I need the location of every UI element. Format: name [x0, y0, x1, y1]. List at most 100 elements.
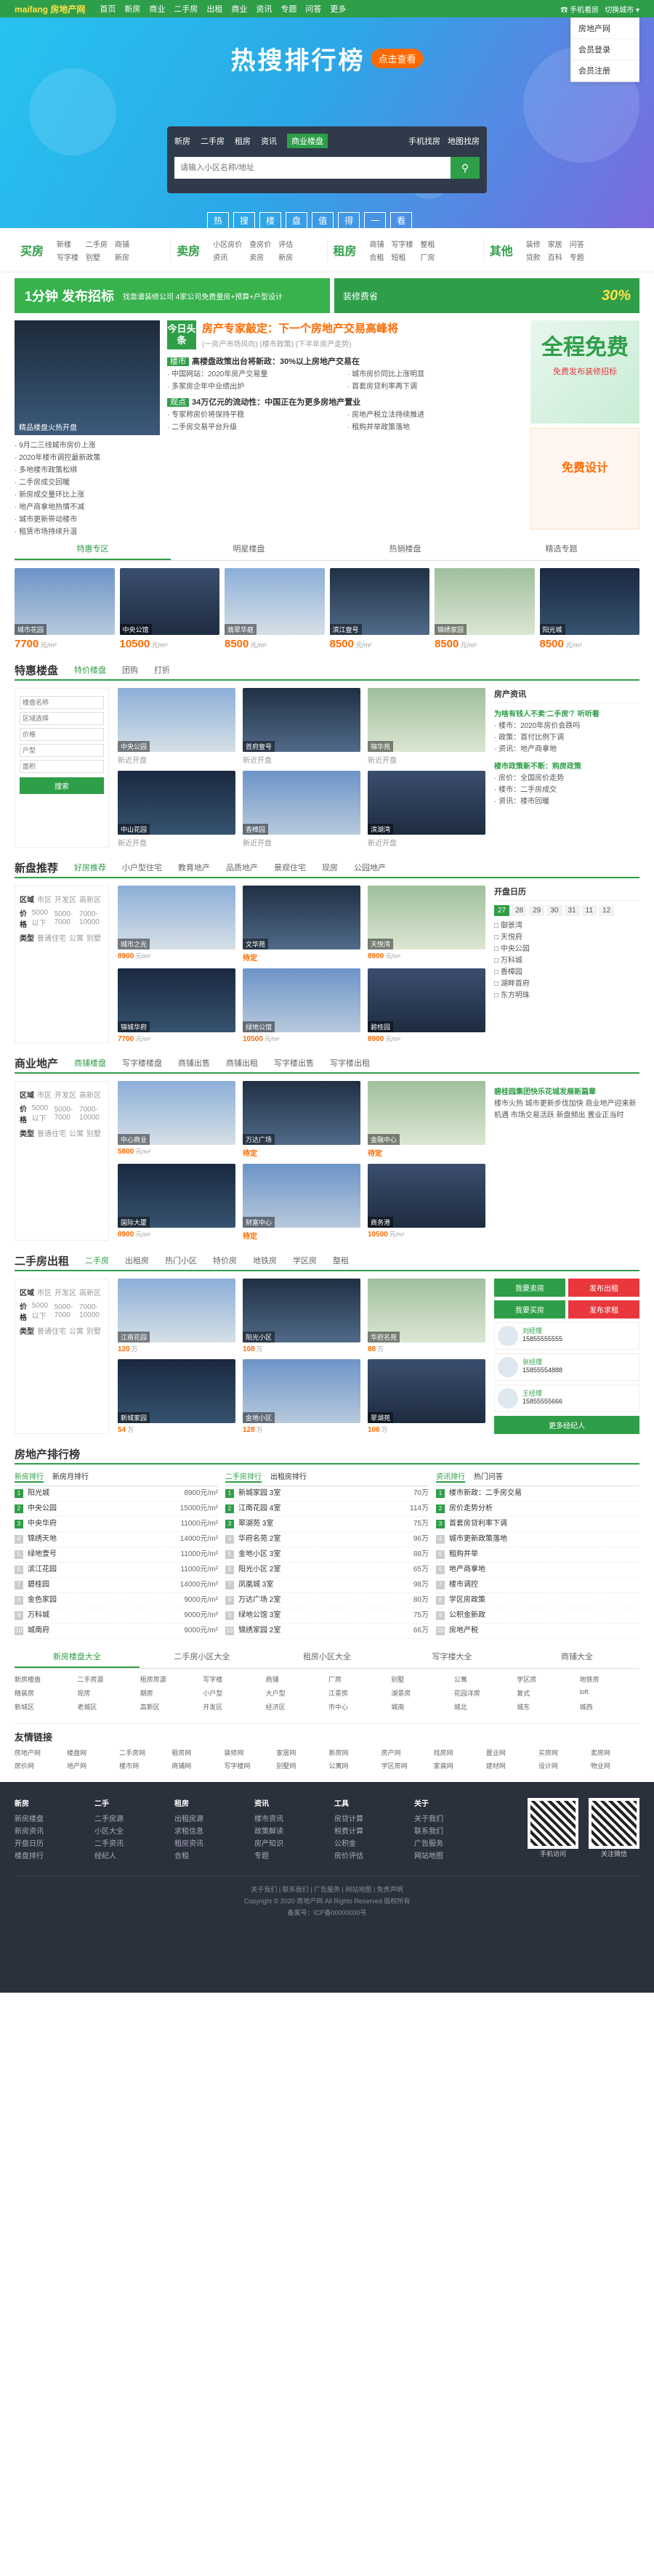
dropdown-item[interactable]: 会员登录	[571, 39, 639, 60]
hot-tab[interactable]: 明星楼盘	[171, 538, 327, 560]
filter-option[interactable]: 5000以下	[32, 1104, 52, 1123]
calendar-day[interactable]: 30	[546, 905, 562, 916]
mobile-link[interactable]: ☎ 手机看房	[560, 4, 599, 15]
listing-image[interactable]: 商务港	[368, 1164, 485, 1228]
search-button[interactable]: ⚲	[451, 157, 480, 179]
listing-card[interactable]: 翠湖苑 106 万	[368, 1359, 485, 1434]
filter-option[interactable]: 5000-7000	[54, 1303, 76, 1319]
listing-card[interactable]: 首府壹号 新近开盘	[243, 688, 360, 765]
listing-image[interactable]: 碧桂园	[368, 968, 485, 1032]
sidebar-link[interactable]: · 楼市：二手房成交	[494, 785, 639, 796]
calendar-item[interactable]: □ 湖畔首府	[494, 979, 639, 990]
rank-item[interactable]: 6 地产商拿地	[436, 1563, 639, 1578]
rank-item[interactable]: 2 江南花园 4室 114万	[225, 1502, 429, 1517]
friend-link[interactable]: 家居网	[276, 1748, 325, 1757]
friend-link[interactable]: 房产网	[382, 1748, 430, 1757]
quick-group-title[interactable]: 卖房	[177, 241, 206, 259]
rank-tab[interactable]: 新房月排行	[52, 1470, 89, 1483]
property-card[interactable]: 锦绣家园 8500 元/m²	[435, 568, 535, 650]
rank-item[interactable]: 10 城南府 9000元/m²	[15, 1624, 218, 1639]
friend-link[interactable]: 卖房网	[591, 1748, 639, 1757]
tag-link[interactable]: 精装房	[15, 1688, 74, 1698]
headline-link[interactable]: · 地产商拿地热情不减	[15, 501, 160, 514]
filter-option[interactable]: 7000-10000	[79, 1106, 104, 1122]
listing-card[interactable]: 江南花园 120 万	[118, 1279, 235, 1353]
filter-option[interactable]: 普通住宅	[37, 1127, 66, 1138]
nav-item[interactable]: 首页	[100, 3, 116, 15]
footer-link[interactable]: 公积金	[334, 1838, 392, 1850]
filter-option[interactable]: 别墅	[86, 1325, 101, 1336]
property-image[interactable]: 城市花园	[15, 568, 115, 635]
tag-link[interactable]: 租房房源	[140, 1674, 200, 1684]
listing-card[interactable]: 阳光小区 108 万	[243, 1279, 360, 1353]
tag-link[interactable]: 学区房	[517, 1674, 576, 1684]
section-tab[interactable]: 公园地产	[354, 862, 386, 873]
filter-option[interactable]: 普通住宅	[37, 1325, 66, 1336]
footer-link[interactable]: 合租	[174, 1850, 233, 1863]
section-tab[interactable]: 写字楼出租	[330, 1057, 370, 1069]
tag-link[interactable]: 花园洋房	[454, 1688, 514, 1698]
calendar-item[interactable]: □ 香樟园	[494, 967, 639, 979]
section-tab[interactable]: 特价楼盘	[74, 664, 106, 676]
calendar-day[interactable]: 11	[581, 905, 597, 916]
footer-link[interactable]: 广告服务	[414, 1838, 472, 1850]
sidebar-headline[interactable]: 为啥有钱人不卖'二手房'？听听看	[494, 708, 639, 718]
calendar-day[interactable]: 12	[599, 905, 615, 916]
friend-link[interactable]: 楼市网	[119, 1761, 168, 1770]
news-link[interactable]: · 专家称房价将保持平稳	[167, 409, 343, 421]
footer-link[interactable]: 专题	[254, 1850, 312, 1863]
listing-card[interactable]: 锦城华府 7700 元/m²	[118, 968, 235, 1043]
calendar-item[interactable]: □ 中央公园	[494, 944, 639, 955]
hot-tab[interactable]: 精选专题	[483, 538, 639, 560]
listing-image[interactable]: 新城家园	[118, 1359, 235, 1423]
agent-card[interactable]: 张经理 15855554888	[494, 1353, 639, 1381]
tag-link[interactable]: 新房楼盘	[15, 1674, 74, 1684]
quick-link[interactable]: 问答	[570, 238, 584, 249]
rank-item[interactable]: 5 金地小区 3室 88万	[225, 1547, 429, 1563]
friend-link[interactable]: 地产网	[67, 1761, 116, 1770]
friend-link[interactable]: 家装网	[434, 1761, 483, 1770]
friend-link[interactable]: 置业网	[486, 1748, 535, 1757]
tag-link[interactable]: 城西	[580, 1702, 639, 1712]
search-tab-active[interactable]: 商业楼盘	[287, 134, 328, 148]
quick-link[interactable]: 写字楼	[392, 238, 413, 249]
filter-option[interactable]: 高新区	[79, 1089, 101, 1100]
footer-link[interactable]: 新房楼盘	[15, 1813, 73, 1826]
tag-link[interactable]: 市中心	[328, 1702, 388, 1712]
friend-link[interactable]: 设计网	[538, 1761, 587, 1770]
listing-image[interactable]: 中山花园	[118, 771, 235, 835]
tag-link[interactable]: 开发区	[203, 1702, 262, 1712]
property-image[interactable]: 翡翠华庭	[225, 568, 325, 635]
friend-link[interactable]: 租房网	[171, 1748, 220, 1757]
dropdown-item[interactable]: 房地产网	[571, 18, 639, 39]
tag-link[interactable]: 江景房	[328, 1688, 388, 1698]
rank-item[interactable]: 8 学区房政策	[436, 1593, 639, 1608]
friend-link[interactable]: 商铺网	[171, 1761, 220, 1770]
footer-link[interactable]: 小区大全	[94, 1826, 153, 1838]
listing-card[interactable]: 绿地公馆 10500 元/m²	[243, 968, 360, 1043]
map-search-link[interactable]: 地图找房	[448, 135, 480, 147]
listing-image[interactable]: 绿地公馆	[243, 968, 360, 1032]
filter-option[interactable]: 高新区	[79, 1287, 101, 1297]
nav-item[interactable]: 新房	[124, 3, 140, 15]
listing-card[interactable]: 香樟园 新近开盘	[243, 771, 360, 848]
filter-option[interactable]: 公寓	[69, 932, 84, 943]
calendar-day[interactable]: 28	[512, 905, 528, 916]
calendar-item[interactable]: □ 东方明珠	[494, 990, 639, 1002]
quick-link[interactable]: 写字楼	[57, 251, 78, 262]
listing-image[interactable]: 首府壹号	[243, 688, 360, 752]
filter-option[interactable]: 市区	[37, 894, 52, 904]
section-tab[interactable]: 好房推荐	[74, 862, 106, 873]
listing-card[interactable]: 万达广场 待定	[243, 1081, 360, 1158]
property-image[interactable]: 锦绣家园	[435, 568, 535, 635]
calendar-day[interactable]: 31	[564, 905, 580, 916]
tag-tab[interactable]: 商铺大全	[514, 1646, 639, 1668]
section-tab[interactable]: 二手房	[85, 1255, 109, 1266]
quick-group-title[interactable]: 其他	[490, 241, 519, 259]
headline-link[interactable]: · 二手房成交回暖	[15, 477, 160, 489]
section-tab[interactable]: 写字楼出售	[274, 1057, 314, 1069]
rank-item[interactable]: 1 阳光城 8900元/m²	[15, 1486, 218, 1502]
listing-card[interactable]: 天悦湾 8900 元/m²	[368, 886, 485, 963]
filter-input[interactable]	[20, 712, 104, 725]
listing-image[interactable]: 中央公园	[118, 688, 235, 752]
